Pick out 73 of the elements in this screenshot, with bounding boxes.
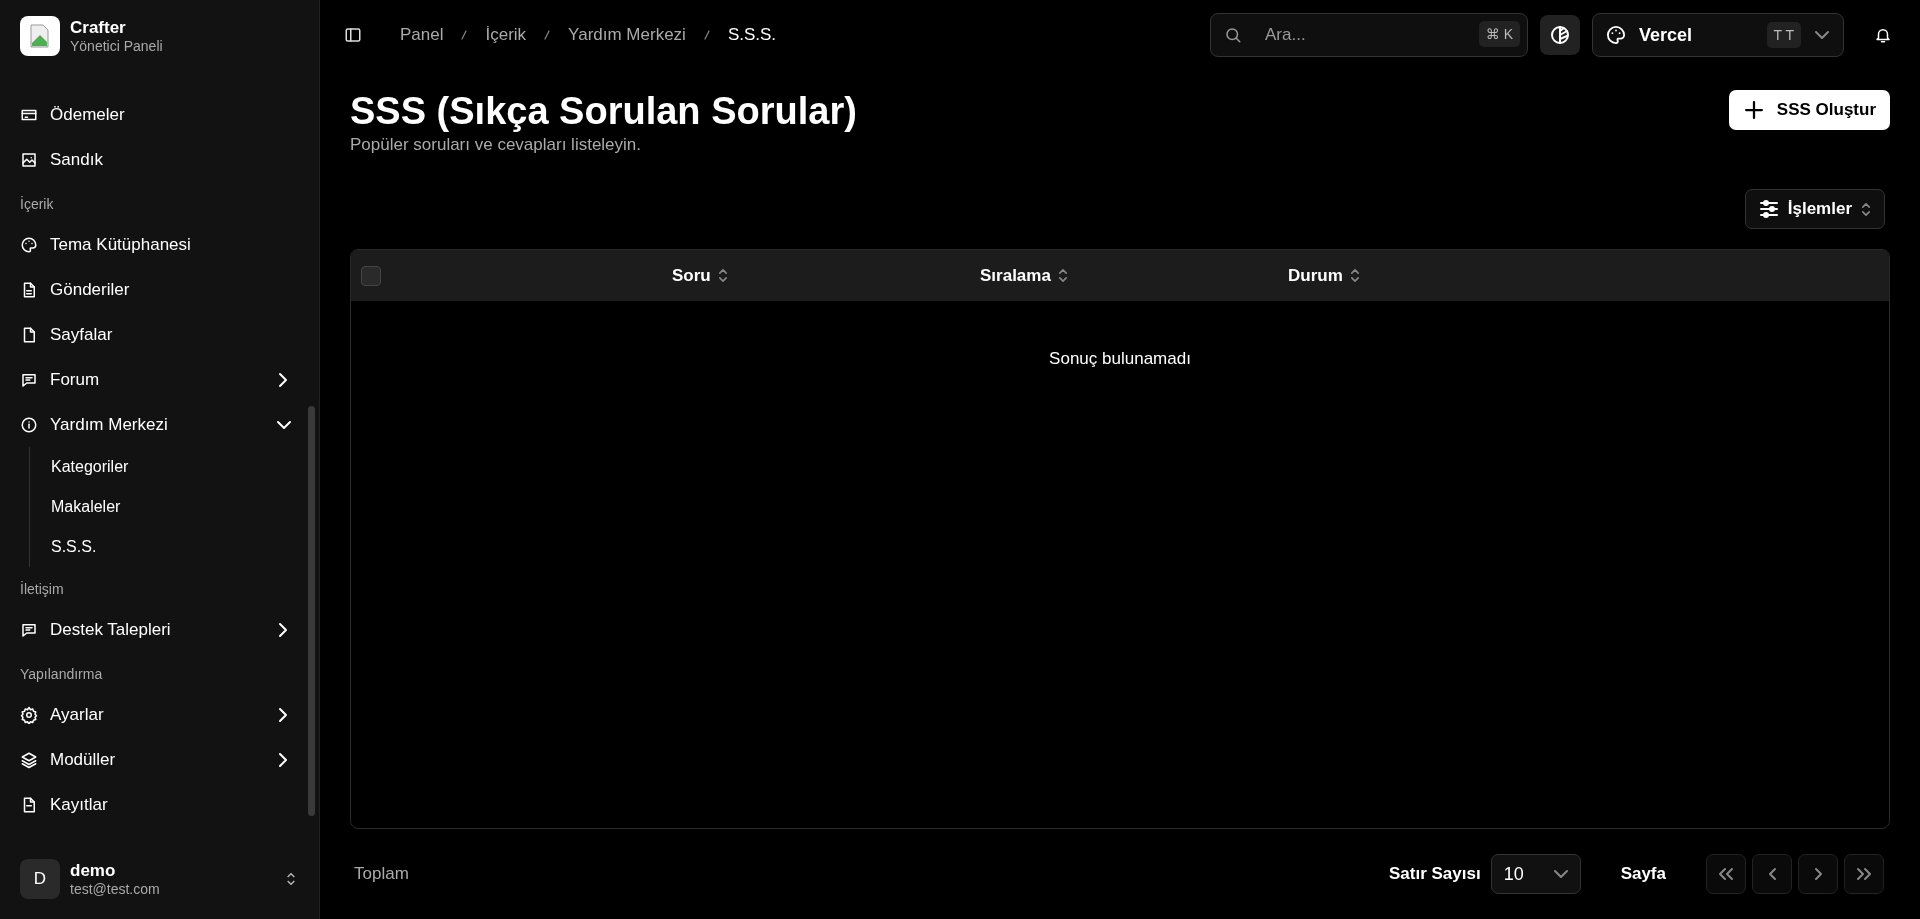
- chevron-down-icon: [1815, 31, 1829, 39]
- sidebar-subitem[interactable]: Makaleler: [51, 487, 121, 527]
- sidebar-item[interactable]: Forum: [20, 357, 291, 402]
- double-chevron-left-icon: [1719, 868, 1733, 880]
- sidebar-item[interactable]: Kayıtlar: [20, 782, 291, 827]
- sidebar-item-icon: [20, 705, 38, 724]
- sidebar-item-icon: [20, 150, 38, 169]
- sidebar-subitem[interactable]: S.S.S.: [51, 527, 97, 567]
- sidebar-item-icon: [20, 415, 38, 434]
- sort-icon: [1350, 269, 1359, 282]
- sort-icon: [1058, 269, 1067, 282]
- column-header[interactable]: Soru: [672, 265, 727, 286]
- breadcrumb-separator-icon: [544, 30, 551, 40]
- app-name: Crafter: [70, 18, 127, 38]
- total-label: Toplam: [354, 864, 409, 884]
- next-page-button[interactable]: [1798, 854, 1838, 894]
- scrollbar-thumb[interactable]: [308, 406, 315, 816]
- rows-per-page-select[interactable]: 10: [1490, 854, 1581, 894]
- page-title: SSS (Sıkça Sorulan Sorular): [350, 90, 857, 133]
- sidebar-item[interactable]: Sandık: [20, 137, 291, 182]
- sidebar-item[interactable]: Gönderiler: [20, 267, 291, 312]
- sliders-icon: [1759, 200, 1778, 218]
- double-chevron-right-icon: [1857, 868, 1871, 880]
- theme-toggle-button[interactable]: [1540, 15, 1580, 55]
- select-all-checkbox[interactable]: [361, 265, 381, 286]
- empty-table-message: Sonuç bulunamadı: [1049, 349, 1191, 369]
- chevron-up-down-icon: [1862, 202, 1870, 216]
- breadcrumb-link[interactable]: Yardım Merkezi: [568, 25, 686, 45]
- page-subtitle: Popüler soruları ve cevapları listeleyin.: [350, 135, 643, 155]
- first-page-button[interactable]: [1706, 854, 1746, 894]
- sidebar-item[interactable]: Modüller: [20, 737, 291, 782]
- notification-bell-icon[interactable]: [1874, 26, 1892, 44]
- sidebar-section-title: İçerik: [20, 195, 55, 214]
- sidebar-toggle-icon[interactable]: [344, 26, 362, 44]
- breadcrumb-separator-icon: [461, 30, 468, 40]
- chevron-left-icon: [1768, 868, 1776, 880]
- last-page-button[interactable]: [1844, 854, 1884, 894]
- sidebar-item[interactable]: Sayfalar: [20, 312, 291, 357]
- sidebar-subitem[interactable]: Kategoriler: [51, 447, 129, 487]
- column-header[interactable]: Durum: [1288, 265, 1359, 286]
- sidebar-section-title: Yapılandırma: [20, 665, 104, 684]
- sort-icon: [718, 269, 727, 282]
- actions-button[interactable]: İşlemler: [1744, 189, 1885, 229]
- create-faq-button[interactable]: SSS Oluştur: [1728, 90, 1890, 130]
- breadcrumb-current: S.S.S.: [727, 25, 777, 45]
- breadcrumb-link[interactable]: İçerik: [485, 25, 527, 45]
- chevron-right-icon: [1814, 868, 1822, 880]
- page-label: Sayfa: [1620, 864, 1666, 884]
- user-avatar: D: [20, 859, 60, 899]
- app-logo-icon: [20, 16, 60, 56]
- sidebar-item[interactable]: Ayarlar: [20, 692, 291, 737]
- app-subtitle: Yönetici Paneli: [70, 38, 163, 54]
- search-icon: [1224, 26, 1242, 44]
- palette-icon: [1607, 26, 1625, 44]
- column-header[interactable]: Sıralama: [980, 265, 1067, 286]
- chevron-down-icon: [1553, 870, 1568, 878]
- theme-selector[interactable]: Vercel T T: [1592, 13, 1844, 57]
- plus-icon: [1744, 101, 1763, 119]
- user-name: demo: [70, 861, 117, 881]
- sidebar-item-icon: [20, 750, 38, 769]
- breadcrumb-link[interactable]: Panel: [400, 25, 444, 45]
- breadcrumb-separator-icon: [703, 30, 710, 40]
- previous-page-button[interactable]: [1752, 854, 1792, 894]
- sidebar-item[interactable]: Destek Talepleri: [20, 607, 291, 652]
- shortcut-badge: ⌘ K: [1478, 21, 1520, 47]
- rows-per-page-label: Satır Sayısı: [1388, 864, 1481, 884]
- contrast-icon: [1551, 26, 1569, 44]
- sidebar-item[interactable]: Ödemeler: [20, 92, 291, 137]
- sidebar-item[interactable]: Tema Kütüphanesi: [20, 222, 291, 267]
- user-email: test@test.com: [70, 881, 160, 897]
- sidebar-item-icon: [20, 235, 38, 254]
- sidebar-section-title: İletişim: [20, 580, 65, 599]
- sidebar-item[interactable]: Yardım Merkezi: [20, 402, 291, 447]
